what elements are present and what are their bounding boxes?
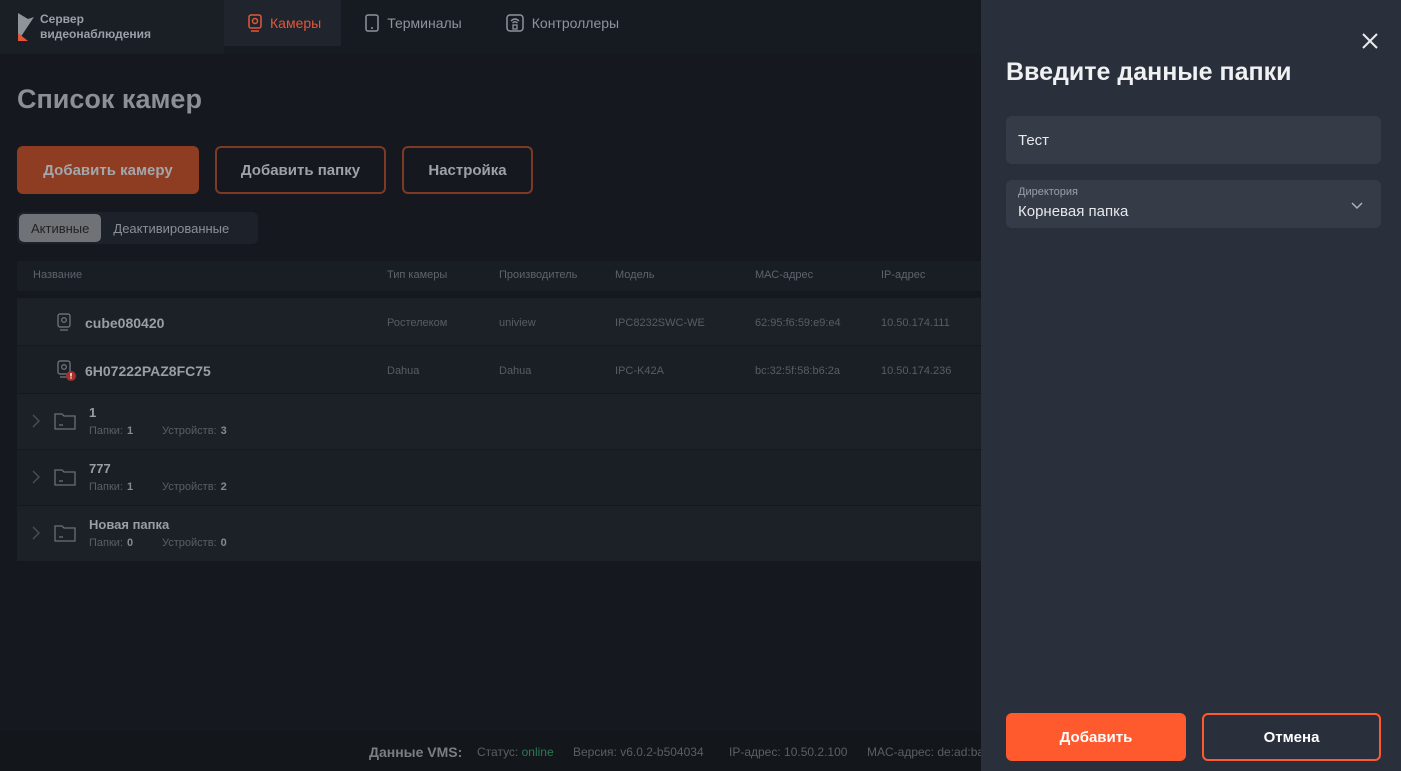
camera-name: cube080420 <box>85 315 165 331</box>
add-button[interactable]: Добавить <box>1006 713 1186 761</box>
vms-version: Версия: v6.0.2-b504034 <box>573 745 704 759</box>
folder-count: Папки: 0 <box>89 537 134 549</box>
nav-controllers[interactable]: Контроллеры <box>482 0 639 46</box>
camera-vendor: uniview <box>499 317 536 329</box>
table-header: Название Тип камеры Производитель Модель… <box>17 261 981 291</box>
chevron-right-icon[interactable] <box>32 470 40 489</box>
camera-table: Название Тип камеры Производитель Модель… <box>17 261 981 561</box>
nav-terminals[interactable]: Терминалы <box>341 0 482 46</box>
folder-count: Папки: 1 <box>89 425 134 437</box>
nav-terminals-label: Терминалы <box>387 15 462 31</box>
directory-select[interactable]: Директория Корневая папка <box>1006 180 1381 228</box>
folder-icon <box>54 524 76 547</box>
device-count: Устройств: 0 <box>162 537 227 549</box>
folder-panel: Введите данные папки Директория Корневая… <box>981 0 1401 771</box>
camera-mac: 62:95:f6:59:e9:e4 <box>755 317 841 329</box>
chevron-right-icon[interactable] <box>32 526 40 545</box>
column-vendor[interactable]: Производитель <box>499 269 577 281</box>
directory-value: Корневая папка <box>1018 203 1129 220</box>
camera-warning-icon <box>57 360 77 385</box>
page-title: Список камер <box>17 84 202 114</box>
nav-cameras-label: Камеры <box>270 15 322 31</box>
camera-mac: bc:32:5f:58:b6:2a <box>755 365 841 377</box>
nav-cameras[interactable]: Камеры <box>224 0 342 46</box>
camera-type: Dahua <box>387 365 420 377</box>
settings-button[interactable]: Настройка <box>402 146 533 194</box>
add-camera-button[interactable]: Добавить камеру <box>17 146 199 194</box>
controller-icon <box>506 14 524 32</box>
directory-label: Директория <box>1018 186 1079 198</box>
table-row[interactable]: 6H07222PAZ8FC75 Dahua Dahua IPC-K42A bc:… <box>17 345 981 393</box>
logo[interactable]: Сервер видеонаблюдения <box>0 0 224 54</box>
folder-icon <box>54 468 76 491</box>
camera-model: IPC8232SWC-WE <box>615 317 705 329</box>
vms-mac: MAC-адрес: de:ad:ba <box>867 745 981 759</box>
main-content: Список камер Добавить камеру Добавить па… <box>0 54 981 731</box>
status-tabs: Активные Деактивированные <box>17 212 258 244</box>
table-row[interactable]: cube080420 Ростелеком uniview IPC8232SWC… <box>17 297 981 345</box>
camera-ip: 10.50.174.236 <box>881 365 952 377</box>
folder-icon <box>54 412 76 435</box>
close-icon[interactable] <box>1359 30 1381 52</box>
camera-model: IPC-K42A <box>615 365 664 377</box>
camera-name: 6H07222PAZ8FC75 <box>85 363 211 379</box>
camera-icon <box>248 14 262 32</box>
column-camera-type[interactable]: Тип камеры <box>387 269 447 281</box>
tab-active[interactable]: Активные <box>19 214 102 242</box>
vms-status: Статус: online <box>477 745 554 759</box>
device-count: Устройств: 3 <box>162 425 227 437</box>
folder-count: Папки: 1 <box>89 481 134 493</box>
column-mac[interactable]: МАС-адрес <box>755 269 813 281</box>
camera-ip: 10.50.174.111 <box>881 317 950 329</box>
nav-controllers-label: Контроллеры <box>531 15 620 31</box>
folder-row[interactable]: 777 Папки: 1 Устройств: 2 <box>17 449 981 505</box>
vms-data-title: Данные VMS: <box>369 744 463 760</box>
chevron-right-icon[interactable] <box>32 414 40 433</box>
folder-row[interactable]: Новая папка Папки: 0 Устройств: 0 <box>17 505 981 561</box>
logo-mark-icon <box>16 11 36 43</box>
logo-line-2: видеонаблюдения <box>40 27 152 41</box>
main-nav: Камеры Терминалы Контроллеры <box>224 0 639 54</box>
tablet-icon <box>365 14 379 32</box>
folder-row[interactable]: 1 Папки: 1 Устройств: 3 <box>17 393 981 449</box>
column-name[interactable]: Название <box>33 269 82 281</box>
panel-title: Введите данные папки <box>1006 58 1292 86</box>
folder-name: 777 <box>89 461 111 476</box>
camera-type: Ростелеком <box>387 317 448 329</box>
cancel-button[interactable]: Отмена <box>1202 713 1381 761</box>
chevron-down-icon[interactable] <box>1350 198 1364 216</box>
logo-line-1: Сервер <box>40 12 84 26</box>
vms-ip: IP-адрес: 10.50.2.100 <box>729 745 848 759</box>
folder-name: 1 <box>89 405 97 420</box>
add-folder-button[interactable]: Добавить папку <box>215 146 386 194</box>
column-ip[interactable]: IP-адрес <box>881 269 925 281</box>
status-bar: Данные VMS: Статус: online Версия: v6.0.… <box>0 731 981 771</box>
camera-vendor: Dahua <box>499 365 532 377</box>
tab-deactivated[interactable]: Деактивированные <box>101 214 241 242</box>
folder-name-input[interactable] <box>1018 116 1368 164</box>
column-model[interactable]: Модель <box>615 269 654 281</box>
status-online: online <box>521 745 554 759</box>
folder-name: Новая папка <box>89 517 170 532</box>
folder-name-field[interactable] <box>1006 116 1381 164</box>
camera-icon <box>57 313 71 334</box>
device-count: Устройств: 2 <box>162 481 227 493</box>
